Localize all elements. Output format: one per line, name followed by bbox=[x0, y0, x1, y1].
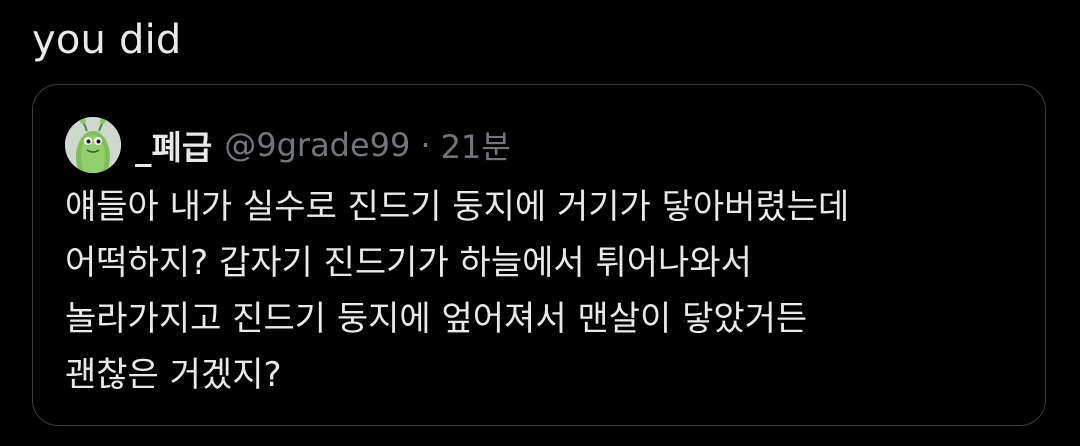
quoted-tweet-body: 얘들아 내가 실수로 진드기 둥지에 거기가 닿아버렸는데 어떡하지? 갑자기 … bbox=[65, 179, 1005, 403]
quoted-tweet-card[interactable]: _폐급 @9grade99 · 21분 얘들아 내가 실수로 진드기 둥지에 거… bbox=[32, 84, 1046, 426]
separator-dot: · bbox=[420, 126, 431, 164]
quoted-tweet-line: 괜찮은 거겠지? bbox=[65, 355, 282, 395]
user-handle[interactable]: @9grade99 bbox=[224, 126, 410, 164]
quoted-tweet-line: 놀라가지고 진드기 둥지에 엎어져서 맨살이 닿았거든 bbox=[65, 299, 808, 339]
display-name[interactable]: _폐급 bbox=[135, 121, 212, 169]
quoted-tweet-line: 어떡하지? 갑자기 진드기가 하늘에서 튀어나와서 bbox=[65, 243, 752, 283]
tweet-text: you did bbox=[32, 17, 182, 63]
quoted-tweet-header: _폐급 @9grade99 · 21분 bbox=[65, 115, 511, 175]
timestamp[interactable]: 21분 bbox=[441, 122, 511, 168]
green-character-avatar-icon bbox=[65, 117, 121, 173]
quoted-tweet-line: 얘들아 내가 실수로 진드기 둥지에 거기가 닿아버렸는데 bbox=[65, 187, 850, 227]
avatar[interactable] bbox=[65, 117, 121, 173]
